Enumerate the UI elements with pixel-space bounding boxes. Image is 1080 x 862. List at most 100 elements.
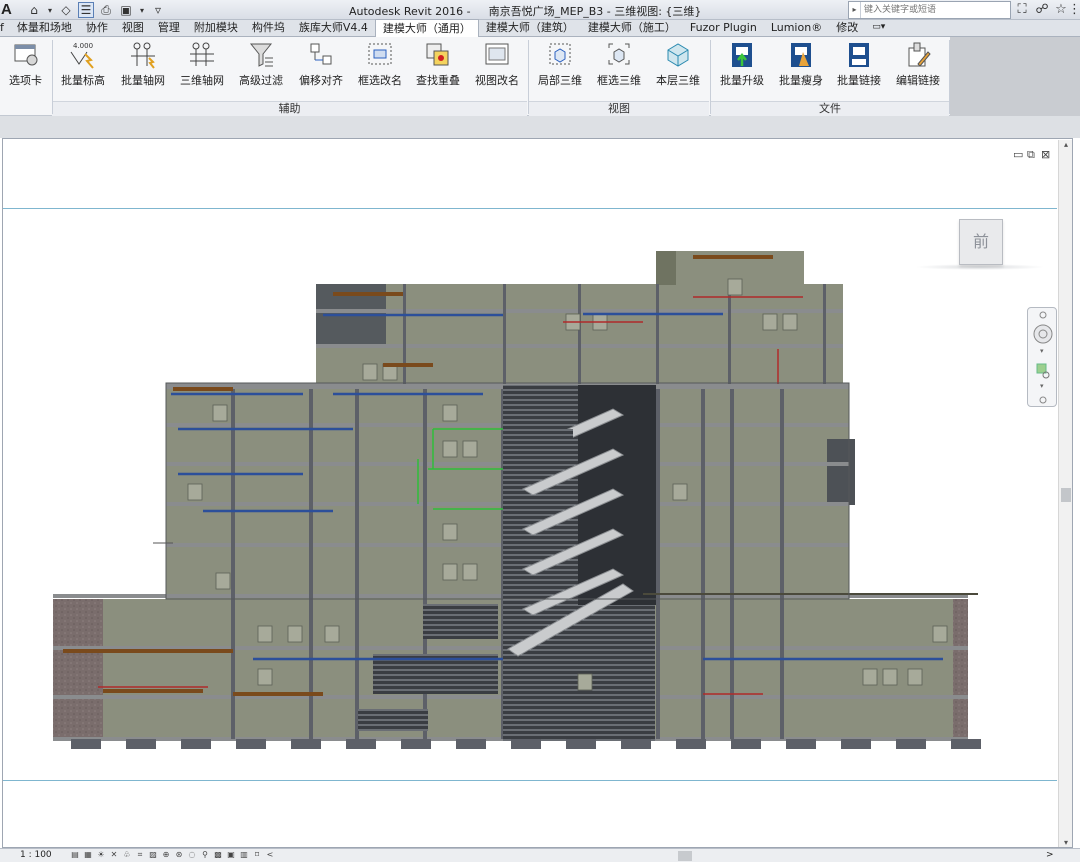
- door: [187, 483, 203, 501]
- batch-grid-button[interactable]: 批量轴网: [118, 40, 168, 100]
- view-scale[interactable]: 1 : 100: [20, 849, 52, 862]
- tab-cut[interactable]: f: [0, 19, 10, 36]
- tab-modify[interactable]: 修改: [829, 19, 865, 36]
- horizontal-scroll-thumb[interactable]: [678, 851, 692, 861]
- detail-level-icon[interactable]: ▤: [70, 850, 80, 860]
- basement-right-block: [953, 599, 968, 739]
- column: [231, 389, 235, 739]
- viewcube[interactable]: 前: [959, 219, 1003, 265]
- batch-upgrade-icon: [728, 40, 756, 70]
- door: [932, 625, 948, 643]
- scroll-right-icon[interactable]: >: [1046, 849, 1054, 862]
- box-rename-button[interactable]: 框选改名: [355, 40, 405, 100]
- local-3d-icon: [546, 40, 574, 70]
- tab-modeling-general[interactable]: 建模大师（通用）: [374, 19, 479, 37]
- home-icon[interactable]: ⌂: [26, 2, 42, 18]
- find-overlap-button[interactable]: 查找重叠: [413, 40, 463, 100]
- highlight-displacement-icon[interactable]: ▩: [213, 850, 223, 860]
- filter-icon: [247, 40, 275, 70]
- scroll-left-icon[interactable]: <: [265, 850, 275, 860]
- more-icon[interactable]: ⋮: [1068, 1, 1080, 19]
- box-3d-button[interactable]: 框选三维: [594, 40, 644, 100]
- tab-addins[interactable]: 附加模块: [187, 19, 245, 36]
- tab-family-master[interactable]: 族库大师V4.4: [292, 19, 375, 36]
- reveal-constraints-icon[interactable]: ▣: [226, 850, 236, 860]
- binoculars-icon[interactable]: ⛶: [1013, 1, 1031, 19]
- 3d-view-canvas[interactable]: ▭ ⧉ ⊠ 前 ▾ ▾ ▴ ▾: [2, 138, 1073, 848]
- visual-style-icon[interactable]: ▦: [83, 850, 93, 860]
- shadows-icon[interactable]: ✕: [109, 850, 119, 860]
- app-name: Autodesk Revit 2016 -: [349, 5, 471, 18]
- search-input[interactable]: [861, 3, 1006, 17]
- edit-link-button[interactable]: 编辑链接: [893, 40, 943, 100]
- foundation-cap: [401, 739, 431, 749]
- column: [578, 284, 581, 384]
- sun-path-icon[interactable]: ☀: [96, 850, 106, 860]
- tab-modeling-construction[interactable]: 建模大师（施工）: [581, 19, 683, 36]
- batch-link-button[interactable]: 批量链接: [834, 40, 884, 100]
- ribbon-toggle-icon[interactable]: ▭▾: [865, 19, 892, 36]
- subscription-icon[interactable]: ☍: [1033, 1, 1051, 19]
- render-icon[interactable]: ♧: [122, 850, 132, 860]
- view-rename-button[interactable]: 视图改名: [472, 40, 522, 100]
- scroll-thumb[interactable]: [1061, 488, 1071, 502]
- tab-collaborate[interactable]: 协作: [79, 19, 115, 36]
- window-layout-icon[interactable]: ▣: [118, 2, 134, 18]
- expand-icon[interactable]: ▸: [849, 2, 861, 18]
- tab-view[interactable]: 视图: [115, 19, 151, 36]
- batch-level-icon: 4.000: [69, 40, 97, 70]
- column: [823, 284, 826, 384]
- batch-purge-button[interactable]: 批量瘦身: [776, 40, 826, 100]
- reveal-hidden-icon[interactable]: ◌: [187, 850, 197, 860]
- steering-wheel-icon[interactable]: [1033, 324, 1053, 344]
- dropdown-icon[interactable]: ▾: [138, 2, 146, 18]
- 3d-grid-button[interactable]: 三维轴网: [177, 40, 227, 100]
- door: [362, 363, 378, 381]
- switch-windows-icon[interactable]: ☰: [78, 2, 94, 18]
- offset-align-button[interactable]: 偏移对齐: [296, 40, 346, 100]
- svg-text:▾: ▾: [1040, 382, 1044, 390]
- lock-view-icon[interactable]: ⊕: [161, 850, 171, 860]
- print-icon[interactable]: ⎙: [98, 2, 114, 18]
- analytical-model-icon[interactable]: ⚲: [200, 850, 210, 860]
- level-3d-button[interactable]: 本层三维: [653, 40, 703, 100]
- vertical-scrollbar[interactable]: ▴ ▾: [1058, 140, 1072, 847]
- batch-level-button[interactable]: 4.000 批量标高: [58, 40, 108, 100]
- dropdown-icon[interactable]: ▾: [46, 2, 54, 18]
- crop-view-icon[interactable]: ⌗: [135, 850, 145, 860]
- scroll-down-icon[interactable]: ▾: [1059, 838, 1073, 847]
- tab-massing[interactable]: 体量和场地: [10, 19, 79, 36]
- foundation-cap: [841, 739, 871, 749]
- column: [730, 389, 734, 739]
- title-bar: A ⌂ ▾ ◇ ☰ ⎙ ▣ ▾ ▿ Autodesk Revit 2016 - 南…: [0, 0, 1080, 20]
- local-3d-button[interactable]: 局部三维: [535, 40, 585, 100]
- scroll-up-icon[interactable]: ▴: [1059, 140, 1073, 149]
- door: [442, 523, 458, 541]
- foundation-cap: [456, 739, 486, 749]
- advanced-filter-button[interactable]: 高级过滤: [236, 40, 286, 100]
- building-model[interactable]: [3, 139, 1057, 847]
- search-box[interactable]: ▸: [848, 1, 1011, 19]
- foundation-cap: [291, 739, 321, 749]
- worksharing-icon[interactable]: ⌑: [252, 850, 262, 860]
- tab-manage[interactable]: 管理: [151, 19, 187, 36]
- door: [215, 572, 231, 590]
- revit-logo-icon[interactable]: A: [1, 1, 17, 19]
- column: [656, 389, 660, 739]
- column: [355, 389, 359, 739]
- tab-modeling-arch[interactable]: 建模大师（建筑）: [479, 19, 581, 36]
- temporary-hide-icon[interactable]: ⊛: [174, 850, 184, 860]
- tab-lumion[interactable]: Lumion®: [764, 19, 829, 36]
- foundation-cap: [566, 739, 596, 749]
- batch-upgrade-button[interactable]: 批量升级: [717, 40, 767, 100]
- zoom-region-icon[interactable]: [1036, 363, 1047, 374]
- tab-component-dock[interactable]: 构件坞: [245, 19, 292, 36]
- options-button[interactable]: 选项卡: [3, 40, 48, 100]
- customize-icon[interactable]: ▿: [150, 2, 166, 18]
- crop-region-icon[interactable]: ▨: [148, 850, 158, 860]
- tab-fuzor[interactable]: Fuzor Plugin: [683, 19, 764, 36]
- temporary-view-properties-icon[interactable]: ▥: [239, 850, 249, 860]
- navbar-close-icon[interactable]: [1039, 311, 1047, 319]
- options-icon: [12, 40, 40, 70]
- open-icon[interactable]: ◇: [58, 2, 74, 18]
